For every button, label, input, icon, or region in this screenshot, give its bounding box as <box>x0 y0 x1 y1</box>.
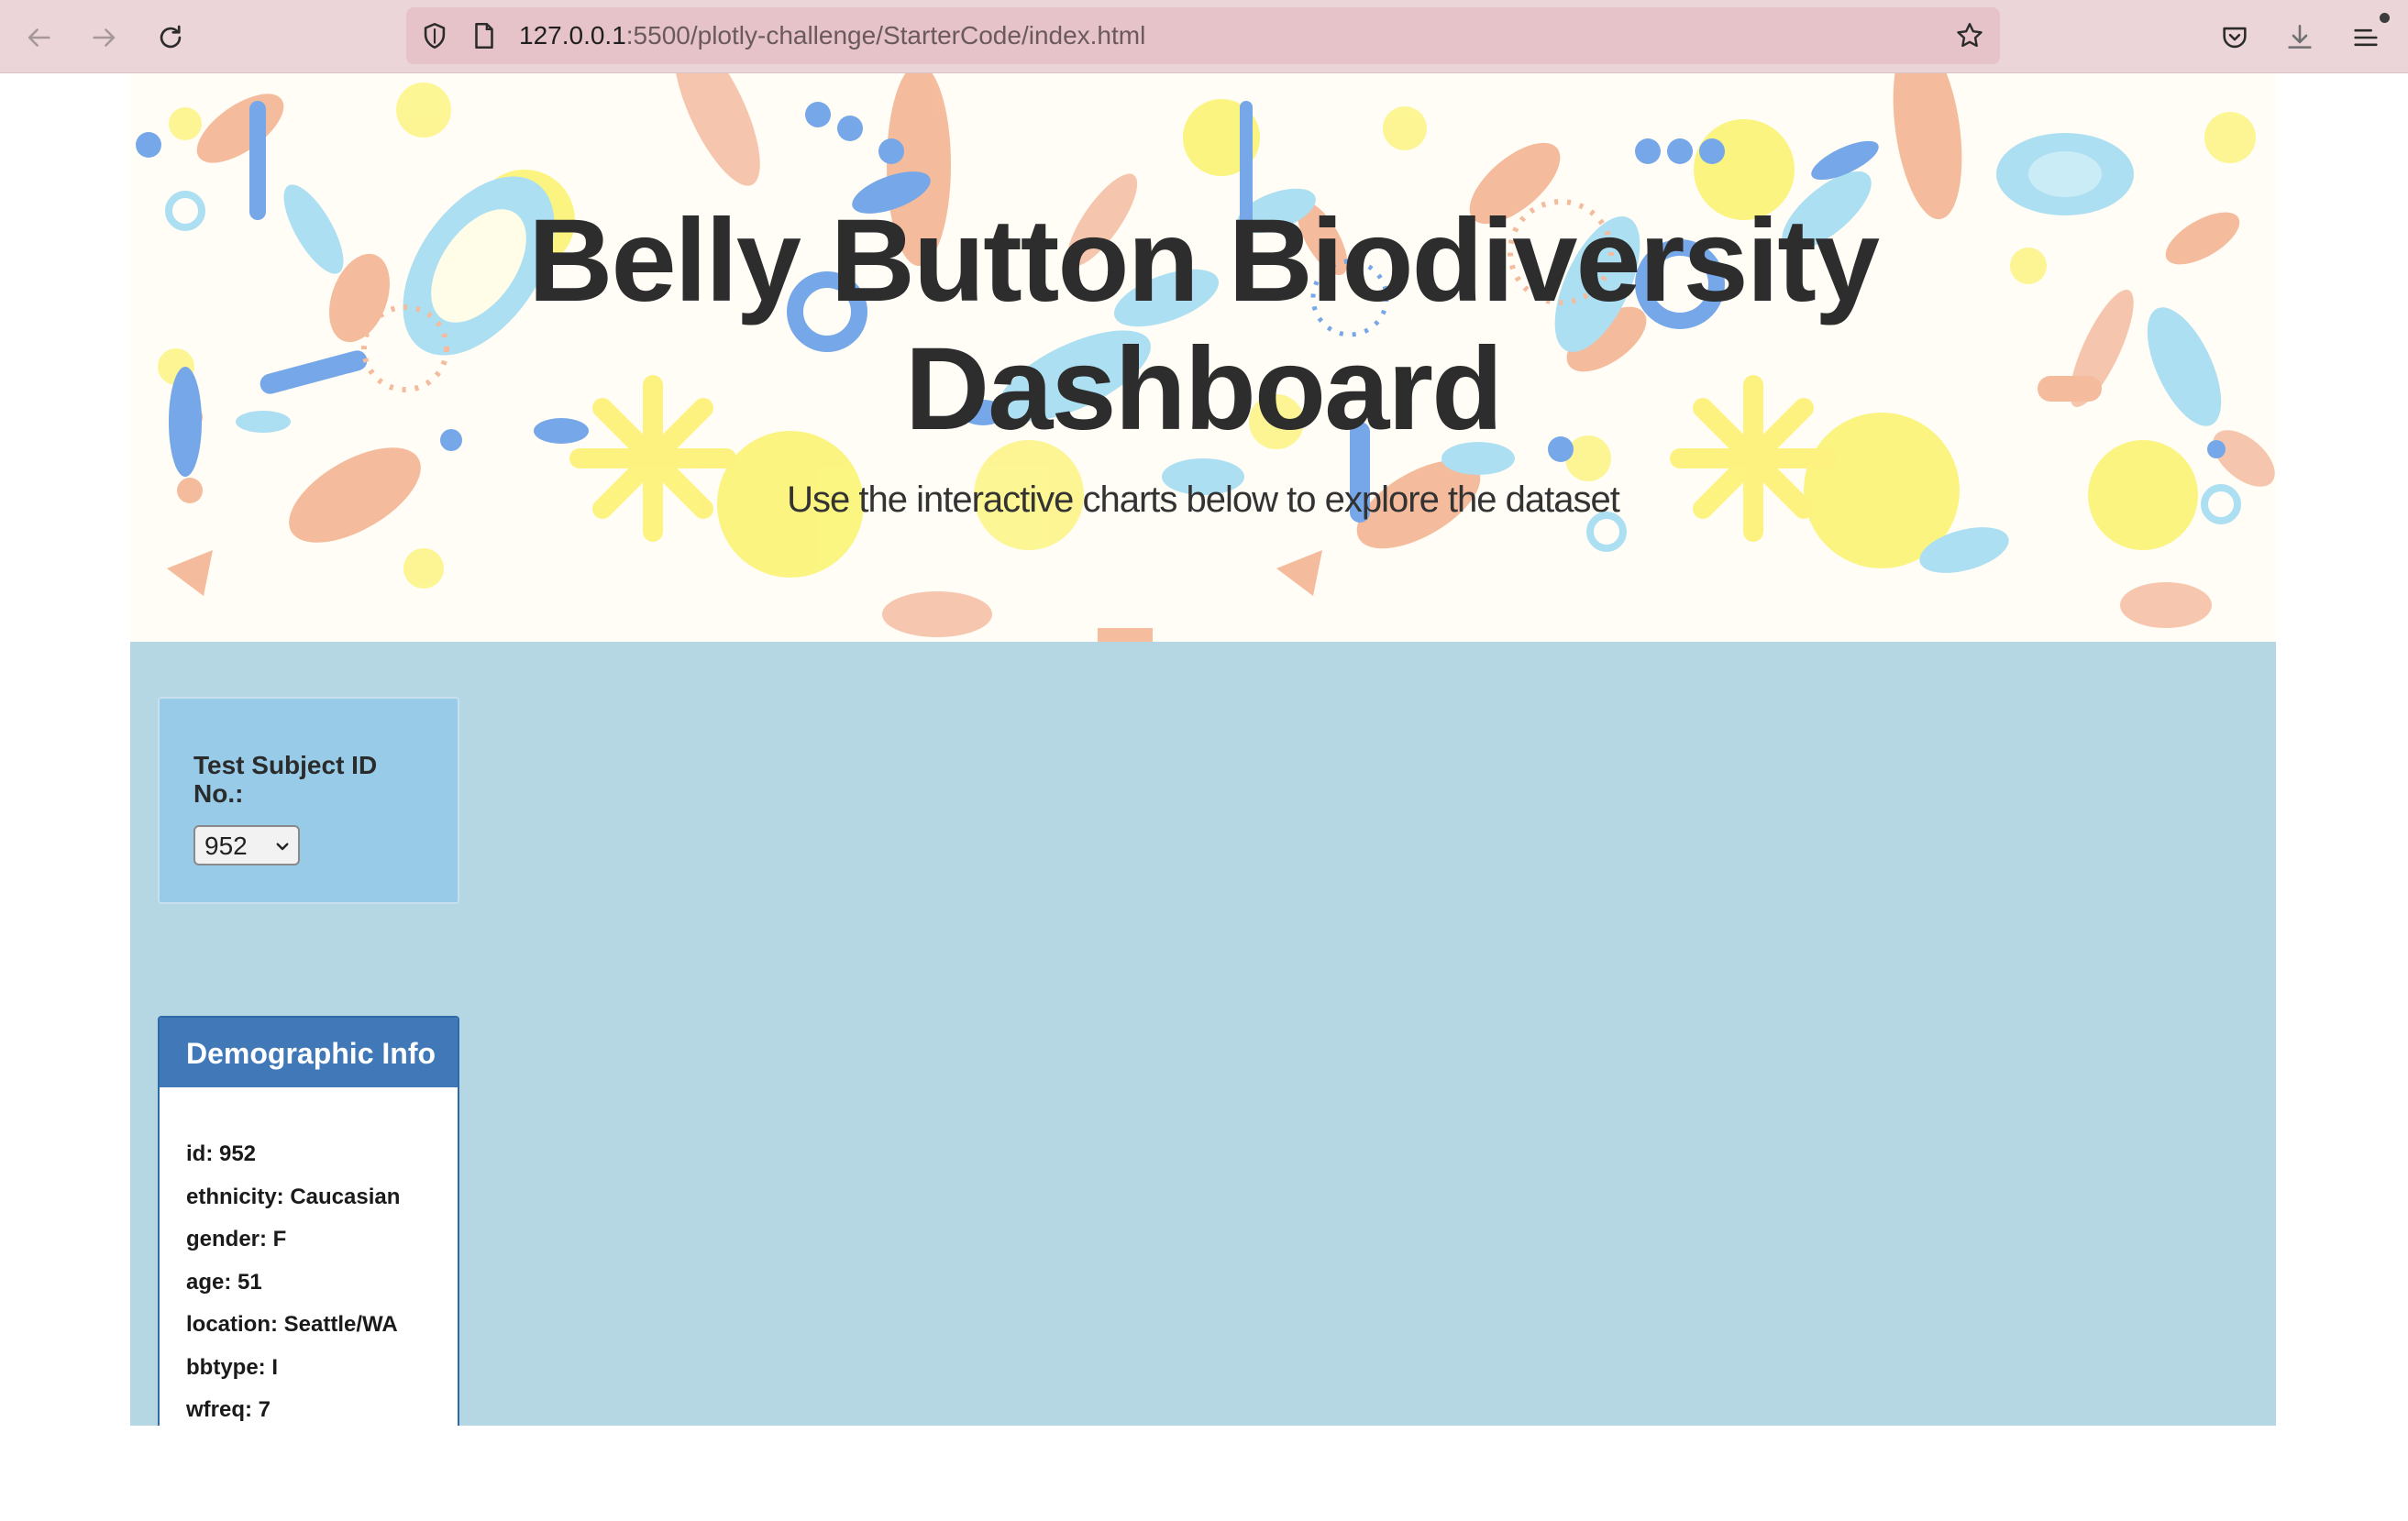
chevron-down-icon <box>276 843 289 851</box>
reload-icon <box>160 25 182 49</box>
subject-id-dropdown[interactable]: 952 <box>193 825 300 865</box>
demographic-line-id: id: 952 <box>186 1141 257 1166</box>
demographic-info-panel: Demographic Info id: 952 ethnicity: Cauc… <box>158 1016 459 1426</box>
downloads-button[interactable] <box>2277 15 2323 61</box>
back-arrow-icon <box>28 28 50 47</box>
demographic-line-gender: gender: F <box>186 1227 287 1251</box>
notification-dot <box>2380 13 2390 23</box>
reload-button[interactable] <box>148 15 193 61</box>
demographic-info-body: id: 952 ethnicity: Caucasian gender: F a… <box>186 1133 400 1426</box>
subject-id-selected-value: 952 <box>204 832 248 860</box>
download-icon <box>2288 24 2312 49</box>
title-line-2: Dashboard <box>904 324 1504 455</box>
back-button[interactable] <box>16 15 61 61</box>
demographic-info-title: Demographic Info <box>186 1037 436 1070</box>
bookmark-button[interactable] <box>1950 17 1989 55</box>
page-icon[interactable] <box>469 20 500 51</box>
demographic-info-header: Demographic Info <box>160 1018 458 1087</box>
star-icon <box>1957 23 1983 48</box>
hamburger-menu-icon <box>2354 28 2378 47</box>
menu-button[interactable] <box>2343 13 2390 61</box>
demographic-line-ethnicity: ethnicity: Caucasian <box>186 1184 401 1209</box>
demographic-line-bbtype: bbtype: I <box>186 1354 278 1380</box>
forward-button[interactable] <box>82 15 127 61</box>
page: Belly Button Biodiversity Dashboard Use … <box>130 73 2276 1426</box>
demographic-line-age: age: 51 <box>186 1269 262 1295</box>
demographic-line-location: location: Seattle/WA <box>186 1312 398 1337</box>
pocket-icon <box>2223 27 2247 49</box>
url-text[interactable]: 127.0.0.1:5500/plotly-challenge/StarterC… <box>519 19 1145 52</box>
header-banner: Belly Button Biodiversity Dashboard Use … <box>130 73 2276 642</box>
dashboard-content: Test Subject ID No.: 952 Demographic Inf… <box>130 642 2276 1426</box>
demographic-line-wfreq: wfreq: 7 <box>186 1397 271 1422</box>
address-bar[interactable]: 127.0.0.1:5500/plotly-challenge/StarterC… <box>406 7 2000 64</box>
page-title: Belly Button Biodiversity Dashboard <box>130 197 2276 454</box>
forward-arrow-icon <box>93 28 116 47</box>
pocket-button[interactable] <box>2212 15 2258 61</box>
subject-selector-card: Test Subject ID No.: 952 <box>158 697 459 904</box>
title-line-1: Belly Button Biodiversity <box>528 195 1880 326</box>
subject-id-label: Test Subject ID No.: <box>193 751 378 808</box>
url-path: :5500/plotly-challenge/StarterCode/index… <box>625 21 1146 50</box>
url-host: 127.0.0.1 <box>519 21 626 50</box>
browser-toolbar: 127.0.0.1:5500/plotly-challenge/StarterC… <box>0 0 2408 73</box>
page-subtitle: Use the interactive charts below to expl… <box>787 479 1620 520</box>
shield-icon[interactable] <box>419 20 450 51</box>
